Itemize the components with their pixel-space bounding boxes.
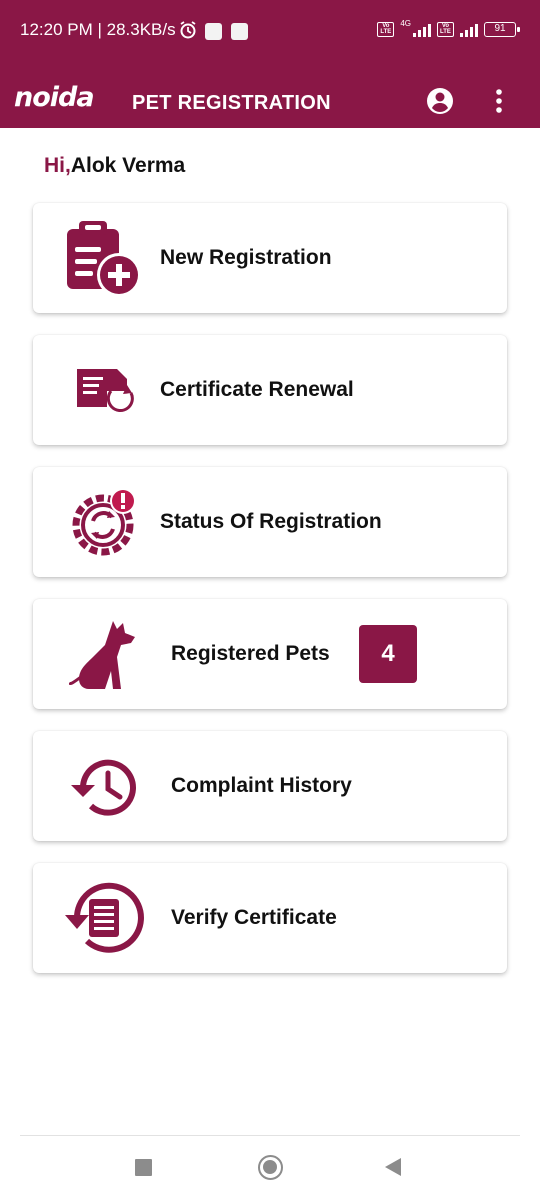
volte-icon: Vo LTE	[437, 22, 454, 37]
volte-icon: Vo LTE	[377, 22, 395, 37]
certificate-renewal-label: Certificate Renewal	[160, 378, 354, 401]
dog-icon	[67, 617, 139, 696]
certificate-renewal-card[interactable]: Certificate Renewal	[33, 335, 507, 445]
recent-apps-icon[interactable]	[135, 1159, 152, 1176]
history-icon	[67, 755, 139, 826]
status-of-registration-card[interactable]: Status Of Registration	[33, 467, 507, 577]
user-name: Alok Verma	[70, 154, 186, 177]
status-of-registration-label: Status Of Registration	[160, 510, 382, 533]
verify-certificate-card[interactable]: Verify Certificate	[33, 863, 507, 973]
signal-icon	[460, 23, 478, 37]
nav-divider	[20, 1135, 520, 1136]
registered-pets-label: Registered Pets	[171, 642, 330, 665]
registered-pets-count-badge: 4	[359, 625, 417, 683]
registered-pets-card[interactable]: Registered Pets 4	[33, 599, 507, 709]
new-registration-card[interactable]: New Registration	[33, 203, 507, 313]
verify-certificate-label: Verify Certificate	[171, 906, 337, 929]
status-bar: 12:20 PM | 28.3KB/s Vo LTE 4G Vo LTE 91	[0, 0, 540, 64]
notification-icon	[231, 23, 248, 40]
network-type: 4G	[400, 19, 411, 28]
home-icon[interactable]	[258, 1155, 283, 1180]
clipboard-add-icon	[63, 217, 145, 304]
alarm-icon	[178, 20, 198, 45]
app-title: PET REGISTRATION	[132, 92, 331, 114]
app-bar: noida PET REGISTRATION	[0, 64, 540, 128]
status-time-speed: 12:20 PM | 28.3KB/s	[20, 20, 176, 39]
notification-icon	[205, 23, 222, 40]
new-registration-label: New Registration	[160, 246, 332, 269]
complaint-history-card[interactable]: Complaint History	[33, 731, 507, 841]
account-circle-icon[interactable]	[425, 86, 455, 116]
complaint-history-label: Complaint History	[171, 774, 352, 797]
system-icons: Vo LTE 4G Vo LTE 91	[377, 19, 520, 37]
battery-icon: 91	[484, 22, 520, 37]
gear-alert-icon	[71, 487, 141, 562]
document-refresh-icon	[75, 365, 137, 422]
more-vertical-icon[interactable]	[487, 86, 511, 116]
signal-icon	[413, 23, 431, 37]
greeting-prefix: Hi,	[44, 154, 71, 177]
greeting: Hi,Alok Verma	[44, 154, 185, 178]
back-icon[interactable]	[385, 1158, 401, 1176]
document-history-icon	[63, 879, 145, 962]
noida-logo: noida	[14, 82, 95, 113]
